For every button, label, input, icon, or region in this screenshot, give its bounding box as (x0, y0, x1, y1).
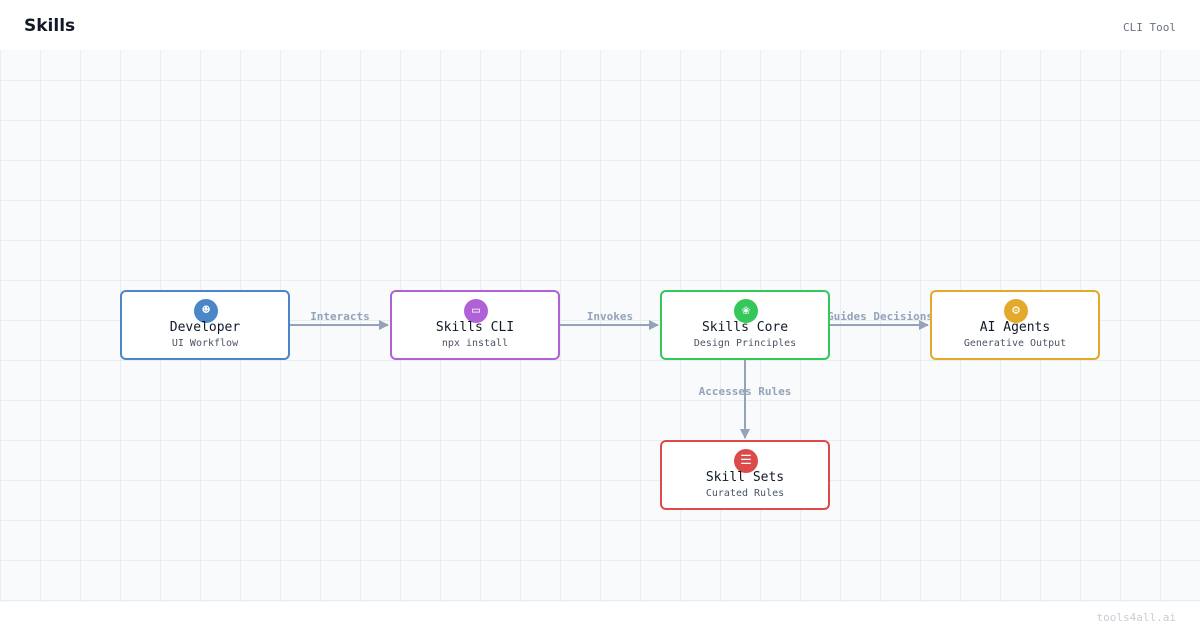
node-title: AI Agents (979, 320, 1051, 335)
node-subtitle: npx install (441, 338, 509, 349)
node-title: Developer (169, 320, 241, 335)
node-title: Skill Sets (705, 470, 785, 485)
edge-label-accesses-rules: Accesses Rules (699, 385, 792, 398)
edge-label-interacts: Interacts (310, 310, 370, 323)
footer: tools4all.ai (0, 602, 1200, 630)
node-subtitle: UI Workflow (171, 338, 239, 349)
node-subtitle: Curated Rules (705, 488, 785, 499)
node-title: Skills Core (701, 320, 789, 335)
node-skill-sets[interactable]: ☰ Skill Sets Curated Rules (660, 440, 830, 510)
node-skills-core[interactable]: ❀ Skills Core Design Principles (660, 290, 830, 360)
node-ai-agents[interactable]: ⚙ AI Agents Generative Output (930, 290, 1100, 360)
edge-label-invokes: Invokes (587, 310, 633, 323)
watermark: tools4all.ai (1096, 611, 1176, 624)
node-skills-cli[interactable]: ▭ Skills CLI npx install (390, 290, 560, 360)
edge-label-guides-decisions: Guides Decisions (827, 310, 933, 323)
node-subtitle: Generative Output (963, 338, 1067, 349)
node-developer[interactable]: ☻ Developer UI Workflow (120, 290, 290, 360)
node-subtitle: Design Principles (693, 338, 797, 349)
node-title: Skills CLI (435, 320, 515, 335)
